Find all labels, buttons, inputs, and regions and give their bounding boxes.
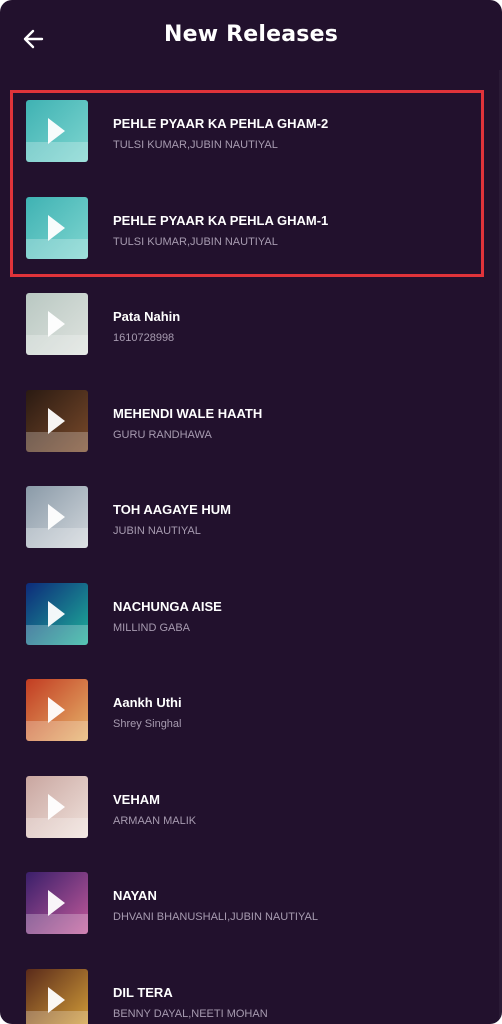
song-title: Aankh Uthi: [113, 695, 182, 710]
thumbnail-overlay: [26, 528, 88, 548]
song-artist: GURU RANDHAWA: [113, 428, 212, 441]
play-icon[interactable]: [48, 986, 65, 1013]
song-artist: ARMAAN MALIK: [113, 814, 197, 827]
thumbnail-overlay: [26, 142, 88, 162]
song-thumbnail[interactable]: [26, 389, 88, 452]
song-artist: BENNY DAYAL,NEETI MOHAN: [113, 1007, 268, 1020]
song-title: NAYAN: [113, 888, 157, 903]
play-icon[interactable]: [48, 118, 65, 144]
play-icon[interactable]: [48, 600, 65, 627]
song-artist: Shrey Singhal: [113, 718, 182, 730]
song-row[interactable]: VEHAM ARMAAN MALIK: [0, 766, 502, 862]
song-thumbnail[interactable]: [26, 679, 88, 741]
song-title: PEHLE PYAAR KA PEHLA GHAM-2: [113, 116, 329, 131]
song-title: Pata Nahin: [113, 309, 181, 324]
play-icon[interactable]: [48, 407, 65, 434]
song-row[interactable]: Pata Nahin 1610728998: [0, 283, 502, 379]
song-thumbnail[interactable]: [26, 486, 88, 548]
song-title: TOH AAGAYE HUM: [113, 502, 231, 517]
song-thumbnail[interactable]: [26, 968, 88, 1024]
song-row[interactable]: DIL TERA BENNY DAYAL,NEETI MOHAN: [0, 959, 502, 1024]
song-thumbnail[interactable]: [26, 293, 88, 355]
song-artist: JUBIN NAUTIYAL: [113, 525, 201, 537]
song-row[interactable]: NACHUNGA AISE MILLIND GABA: [0, 573, 502, 669]
song-artist: MILLIND GABA: [113, 621, 191, 634]
song-row[interactable]: PEHLE PYAAR KA PEHLA GHAM-2 TULSI KUMAR,J…: [0, 90, 502, 186]
song-artist: DHVANI BHANUSHALI,JUBIN NAUTIYAL: [113, 911, 318, 923]
play-icon[interactable]: [48, 214, 65, 241]
song-row[interactable]: NAYAN DHVANI BHANUSHALI,JUBIN NAUTIYAL: [0, 862, 502, 958]
play-icon[interactable]: [48, 890, 65, 916]
song-title: VEHAM: [113, 791, 160, 807]
page-title: New Releases: [164, 22, 338, 47]
thumbnail-overlay: [26, 1010, 88, 1024]
song-title: PEHLE PYAAR KA PEHLA GHAM-1: [113, 212, 329, 228]
thumbnail-overlay: [26, 817, 88, 838]
song-row[interactable]: MEHENDI WALE HAATH GURU RANDHAWA: [0, 380, 502, 476]
thumbnail-overlay: [26, 238, 88, 259]
top-bar: New Releases: [0, 0, 502, 78]
song-row[interactable]: Aankh Uthi Shrey Singhal: [0, 669, 502, 765]
play-icon[interactable]: [48, 697, 65, 723]
song-thumbnail[interactable]: [26, 100, 88, 162]
app-screen: New Releases PEHLE PYAAR KA PEHLA GHAM-2…: [0, 0, 502, 1024]
song-row[interactable]: TOH AAGAYE HUM JUBIN NAUTIYAL: [0, 476, 502, 572]
thumbnail-overlay: [26, 624, 88, 645]
song-artist: TULSI KUMAR,JUBIN NAUTIYAL: [113, 235, 278, 248]
song-thumbnail[interactable]: [26, 582, 88, 645]
song-thumbnail[interactable]: [26, 775, 88, 838]
song-title: DIL TERA: [113, 984, 173, 1000]
play-icon[interactable]: [48, 311, 65, 337]
play-icon[interactable]: [48, 793, 65, 820]
song-title: MEHENDI WALE HAATH: [113, 405, 263, 421]
thumbnail-overlay: [26, 335, 88, 355]
song-row[interactable]: PEHLE PYAAR KA PEHLA GHAM-1 TULSI KUMAR,J…: [0, 187, 502, 283]
thumbnail-overlay: [26, 721, 88, 741]
song-artist: TULSI KUMAR,JUBIN NAUTIYAL: [113, 139, 278, 151]
song-title: NACHUNGA AISE: [113, 598, 222, 614]
song-thumbnail[interactable]: [26, 872, 88, 934]
thumbnail-overlay: [26, 914, 88, 934]
thumbnail-overlay: [26, 431, 88, 452]
song-thumbnail[interactable]: [26, 196, 88, 259]
play-icon[interactable]: [48, 504, 65, 530]
song-artist: 1610728998: [113, 332, 175, 344]
